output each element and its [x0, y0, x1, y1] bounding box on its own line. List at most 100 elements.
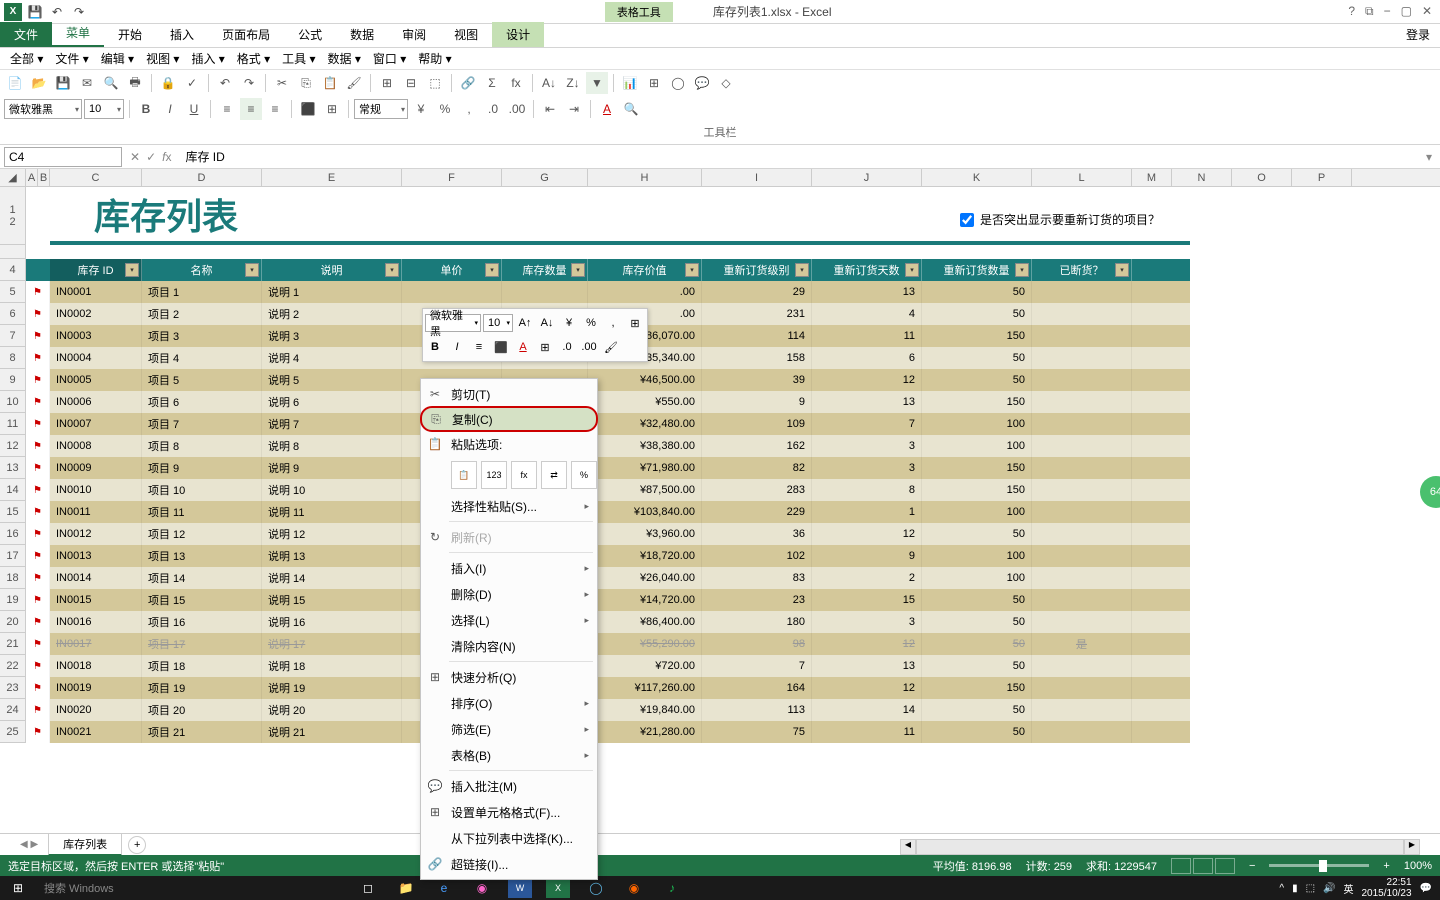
filter-icon[interactable]: ▼ [586, 72, 608, 94]
bold-icon[interactable]: B [135, 98, 157, 120]
horizontal-scrollbar[interactable]: ◀▶ [900, 839, 1420, 855]
cell-desc[interactable]: 说明 16 [262, 611, 402, 633]
cell-id[interactable]: IN0013 [50, 545, 142, 567]
cell-out[interactable] [1032, 303, 1132, 325]
cell-name[interactable]: 项目 21 [142, 721, 262, 743]
ctx-copy[interactable]: ⎘复制(C) [420, 406, 598, 432]
col-header[interactable]: A [26, 169, 38, 186]
cell-lvl[interactable]: 23 [702, 589, 812, 611]
paste-icon[interactable]: 📋 [319, 72, 341, 94]
table-row[interactable]: IN0019 项目 19 说明 19 ¥117,260.00 164 12 15… [50, 677, 1190, 699]
cell-id[interactable]: IN0008 [50, 435, 142, 457]
cell-name[interactable]: 项目 2 [142, 303, 262, 325]
qq-icon[interactable]: ◉ [622, 878, 646, 898]
row-header[interactable]: 11 [0, 413, 26, 435]
filter-dropdown-icon[interactable]: ▾ [125, 263, 139, 277]
flag-cell[interactable]: ⚑ [26, 633, 50, 655]
cell-reqty[interactable]: 50 [922, 347, 1032, 369]
cell-id[interactable]: IN0002 [50, 303, 142, 325]
underline-icon[interactable]: U [183, 98, 205, 120]
flag-cell[interactable]: ⚑ [26, 655, 50, 677]
col-header[interactable]: B [38, 169, 50, 186]
col-header[interactable]: L [1032, 169, 1132, 186]
title-cell[interactable]: 库存列表 是否突出显示要重新订货的项目？ [50, 187, 1190, 245]
zoom-out-icon[interactable]: − [1249, 860, 1255, 872]
cell-desc[interactable]: 说明 20 [262, 699, 402, 721]
italic-icon[interactable]: I [159, 98, 181, 120]
cell-value[interactable]: ¥550.00 [588, 391, 702, 413]
cell-name[interactable]: 项目 20 [142, 699, 262, 721]
col-header[interactable]: P [1292, 169, 1352, 186]
cell-out[interactable] [1032, 325, 1132, 347]
cell-desc[interactable]: 说明 11 [262, 501, 402, 523]
sec-all[interactable]: 全部 ▾ [6, 48, 47, 69]
clock-date[interactable]: 2015/10/23 [1361, 888, 1411, 899]
cell-reqty[interactable]: 150 [922, 391, 1032, 413]
ctx-comment[interactable]: 💬插入批注(M) [421, 773, 597, 799]
row-header[interactable]: 9 [0, 369, 26, 391]
table-row[interactable]: IN0011 项目 11 说明 11 ¥103,840.00 229 1 100 [50, 501, 1190, 523]
ctx-insert[interactable]: 插入(I)▸ [421, 555, 597, 581]
col-header[interactable]: H [588, 169, 702, 186]
cell-value[interactable]: ¥26,040.00 [588, 567, 702, 589]
ctx-sort[interactable]: 排序(O)▸ [421, 690, 597, 716]
cell-days[interactable]: 4 [812, 303, 922, 325]
th-out[interactable]: 已断货？▾ [1032, 259, 1132, 281]
cell-name[interactable]: 项目 13 [142, 545, 262, 567]
cell-value[interactable]: ¥720.00 [588, 655, 702, 677]
flag-cell[interactable]: ⚑ [26, 435, 50, 457]
mini-font[interactable]: 微软雅黑 [425, 314, 481, 332]
borders-icon[interactable]: ⊞ [321, 98, 343, 120]
task-view-icon[interactable]: ◻ [356, 878, 380, 898]
drawing-icon[interactable]: ◯ [667, 72, 689, 94]
cell-lvl[interactable]: 158 [702, 347, 812, 369]
row-header[interactable]: 19 [0, 589, 26, 611]
zoom-slider[interactable] [1269, 864, 1369, 867]
cell-id[interactable]: IN0019 [50, 677, 142, 699]
save-icon[interactable]: 💾 [26, 3, 44, 21]
cell-out[interactable] [1032, 655, 1132, 677]
volume-icon[interactable]: 🔊 [1323, 883, 1335, 894]
col-header[interactable]: O [1232, 169, 1292, 186]
normal-view-icon[interactable] [1171, 858, 1191, 874]
table-row[interactable]: IN0006 项目 6 说明 6 ¥550.00 9 13 150 [50, 391, 1190, 413]
cell-value[interactable]: ¥87,500.00 [588, 479, 702, 501]
delete-rows-icon[interactable]: ⊟ [400, 72, 422, 94]
cell-lvl[interactable]: 7 [702, 655, 812, 677]
ctx-cut[interactable]: ✂剪切(T) [421, 381, 597, 407]
chart-icon[interactable]: 📊 [619, 72, 641, 94]
cell-reqty[interactable]: 100 [922, 545, 1032, 567]
cell-days[interactable]: 3 [812, 457, 922, 479]
cell-days[interactable]: 6 [812, 347, 922, 369]
edge-icon[interactable]: e [432, 878, 456, 898]
cell-reqty[interactable]: 150 [922, 325, 1032, 347]
permissions-icon[interactable]: 🔒 [157, 72, 179, 94]
cell-reqty[interactable]: 50 [922, 611, 1032, 633]
highlight-checkbox[interactable]: 是否突出显示要重新订货的项目？ [960, 211, 1160, 228]
sort-desc-icon[interactable]: Z↓ [562, 72, 584, 94]
cell-id[interactable]: IN0006 [50, 391, 142, 413]
cell-days[interactable]: 12 [812, 369, 922, 391]
minimize-icon[interactable]: − [1384, 4, 1391, 19]
tab-view[interactable]: 视图 [440, 22, 492, 47]
cell-id[interactable]: IN0021 [50, 721, 142, 743]
cell-name[interactable]: 项目 5 [142, 369, 262, 391]
ribbon-options-icon[interactable]: ⧉ [1365, 4, 1374, 19]
flag-cell[interactable]: ⚑ [26, 325, 50, 347]
ctx-paste-special[interactable]: 选择性粘贴(S)...▸ [421, 493, 597, 519]
cell-name[interactable]: 项目 11 [142, 501, 262, 523]
tab-home[interactable]: 开始 [104, 22, 156, 47]
battery-icon[interactable]: ▮ [1292, 883, 1298, 894]
dec-decimal-icon[interactable]: .0 [557, 337, 577, 357]
cell-id[interactable]: IN0016 [50, 611, 142, 633]
align-left-icon[interactable]: ≡ [216, 98, 238, 120]
th-name[interactable]: 名称▾ [142, 259, 262, 281]
cell-reqty[interactable]: 50 [922, 523, 1032, 545]
cell-out[interactable] [1032, 677, 1132, 699]
cell-id[interactable]: IN0009 [50, 457, 142, 479]
cell-name[interactable]: 项目 15 [142, 589, 262, 611]
th-price[interactable]: 单价▾ [402, 259, 502, 281]
table-row[interactable]: IN0001 项目 1 说明 1 .00 29 13 50 [50, 281, 1190, 303]
cell-out[interactable] [1032, 413, 1132, 435]
decrease-font-icon[interactable]: A↓ [537, 313, 557, 333]
